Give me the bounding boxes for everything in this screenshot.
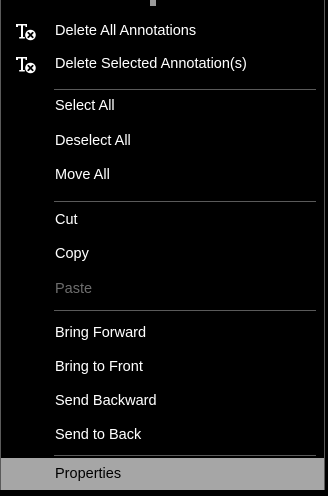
menu-separator [54, 310, 316, 311]
menu-item-label: Properties [55, 466, 122, 482]
menu-item-delete-selected-annotations[interactable]: Delete Selected Annotation(s) [1, 47, 324, 81]
menu-item-select-all[interactable]: Select All [1, 89, 324, 123]
menu-item-properties[interactable]: Properties [1, 458, 324, 490]
menu-separator [54, 455, 316, 456]
menu-item-copy[interactable]: Copy [1, 237, 324, 271]
menu-item-label: Send to Back [55, 427, 142, 443]
menu-item-label: Cut [55, 212, 78, 228]
menu-item-label: Copy [55, 246, 89, 262]
context-menu: Delete All Annotations Delete Selected A… [0, 0, 328, 496]
menu-item-label: Move All [55, 167, 110, 183]
menu-item-delete-all-annotations[interactable]: Delete All Annotations [1, 14, 324, 48]
menu-item-label: Select All [55, 98, 115, 114]
delete-text-annotation-icon [16, 57, 36, 74]
menu-item-bring-to-front[interactable]: Bring to Front [1, 350, 324, 384]
menu-item-cut[interactable]: Cut [1, 203, 324, 237]
menu-item-send-to-back[interactable]: Send to Back [1, 418, 324, 452]
delete-text-annotation-icon [16, 24, 36, 41]
menu-top-notch [150, 0, 156, 6]
menu-item-label: Bring to Front [55, 359, 143, 375]
menu-item-label: Delete All Annotations [55, 23, 197, 39]
menu-item-label: Deselect All [55, 133, 131, 149]
menu-item-deselect-all[interactable]: Deselect All [1, 124, 324, 158]
menu-separator [54, 201, 316, 202]
menu-item-label: Delete Selected Annotation(s) [55, 56, 247, 72]
menu-item-label: Send Backward [55, 393, 157, 409]
menu-item-label: Bring Forward [55, 325, 147, 341]
menu-item-bring-forward[interactable]: Bring Forward [1, 316, 324, 350]
menu-item-label: Paste [55, 281, 93, 297]
menu-item-send-backward[interactable]: Send Backward [1, 384, 324, 418]
menu-item-paste: Paste [1, 272, 324, 306]
menu-item-move-all[interactable]: Move All [1, 158, 324, 192]
